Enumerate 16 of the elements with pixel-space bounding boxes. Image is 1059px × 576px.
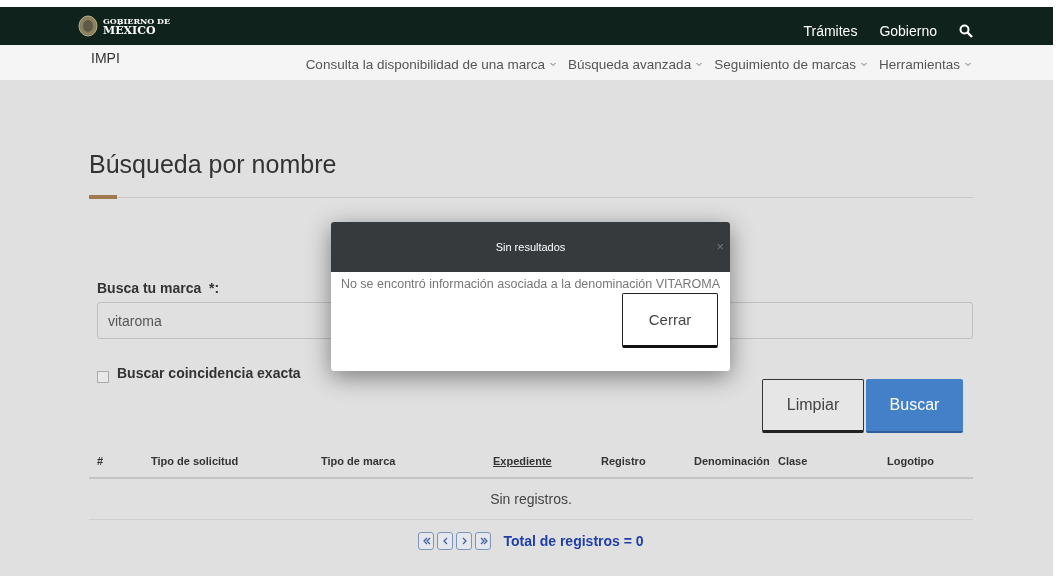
column-header: Denominación bbox=[694, 455, 770, 467]
empty-message: Sin registros. bbox=[89, 479, 973, 520]
checkbox-label: Buscar coincidencia exacta bbox=[117, 365, 301, 381]
column-header: Logotipo bbox=[887, 455, 935, 467]
total-records: Total de registros = 0 bbox=[503, 533, 644, 549]
dialog-title: Sin resultados bbox=[495, 241, 566, 253]
logo-text: MÉXICO bbox=[103, 24, 157, 36]
logo-text: GOBIERNO DE bbox=[103, 16, 171, 25]
field-label: Busca tu marca *: bbox=[97, 280, 220, 296]
dialog-message: No se encontró información asociada a la denominación VITAROMA bbox=[339, 277, 722, 291]
column-header: # bbox=[97, 455, 104, 467]
column-header: Tipo de marca bbox=[321, 455, 396, 467]
page-title: Búsqueda por nombre bbox=[89, 150, 338, 179]
column-header: Registro bbox=[601, 455, 646, 467]
column-header: Tipo de solicitud bbox=[151, 455, 239, 467]
column-header: Clase bbox=[778, 455, 808, 467]
